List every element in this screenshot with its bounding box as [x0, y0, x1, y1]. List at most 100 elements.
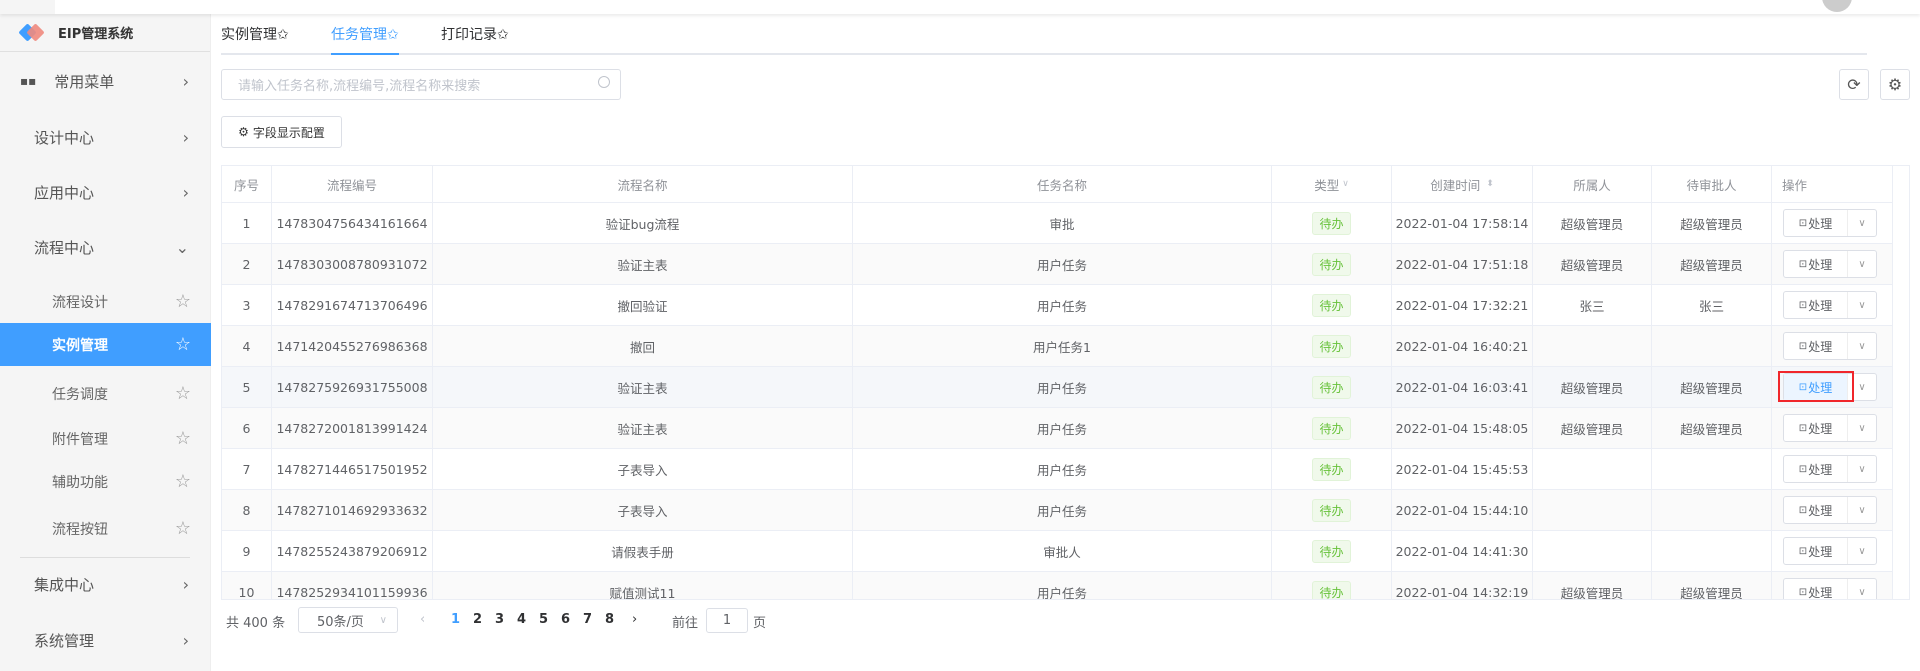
- process-button-group[interactable]: ⊡ 处理 ∨: [1783, 414, 1877, 442]
- process-button-group[interactable]: ⊡ 处理 ∨: [1783, 332, 1877, 360]
- chevron-down-icon[interactable]: ∨: [1848, 579, 1876, 599]
- table-row[interactable]: 2 1478303008780931072 验证主表 用户任务 待办 2022-01-04…: [222, 244, 1893, 285]
- table-row[interactable]: 9 1478255243879206912 请假表手册 审批人 待办 2022-01-04…: [222, 531, 1893, 572]
- filter-icon[interactable]: ∨: [1342, 179, 1349, 189]
- star-icon[interactable]: ☆: [175, 471, 191, 492]
- sidebar-item[interactable]: ▪▪ 常用菜单 ›: [0, 61, 211, 101]
- process-button[interactable]: ⊡ 处理: [1784, 210, 1848, 236]
- avatar[interactable]: [1822, 0, 1852, 12]
- sidebar-item[interactable]: 设计中心 ›: [0, 117, 211, 157]
- page-number[interactable]: 3: [495, 612, 504, 627]
- star-icon[interactable]: ☆: [175, 428, 191, 449]
- process-button[interactable]: ⊡ 处理: [1784, 497, 1848, 523]
- process-button-group[interactable]: ⊡ 处理 ∨: [1783, 455, 1877, 483]
- process-button-group[interactable]: ⊡ 处理 ∨: [1783, 291, 1877, 319]
- table-cell-text: 2022-01-04 14:41:30: [1395, 543, 1529, 559]
- field-config-button[interactable]: ⚙ 字段显示配置: [221, 116, 342, 148]
- process-button[interactable]: ⊡ 处理: [1784, 292, 1848, 318]
- process-button-group[interactable]: ⊡ 处理 ∨: [1783, 209, 1877, 237]
- sidebar-item[interactable]: 系统管理 ›: [0, 620, 211, 660]
- table-cell: ⊡ 处理 ∨: [1772, 203, 1893, 243]
- sidebar-subitem[interactable]: 实例管理 ☆: [0, 323, 211, 366]
- star-icon[interactable]: ☆: [175, 518, 191, 539]
- sidebar-subitem[interactable]: 流程设计 ☆: [0, 280, 211, 323]
- table-cell-text: 2022-01-04 17:58:14: [1395, 215, 1529, 231]
- chevron-down-icon[interactable]: ∨: [1848, 415, 1876, 441]
- process-label: 处理: [1808, 544, 1833, 559]
- sidebar-item[interactable]: 应用中心 ›: [0, 172, 211, 212]
- sidebar-item[interactable]: 集成中心 ›: [0, 564, 211, 604]
- chevron-down-icon[interactable]: ∨: [1848, 456, 1876, 482]
- sidebar-subitem[interactable]: 辅助功能 ☆: [0, 460, 211, 503]
- star-icon[interactable]: ☆: [175, 383, 191, 404]
- sort-icon[interactable]: ⬍: [1486, 179, 1494, 189]
- chevron-down-icon[interactable]: ∨: [1848, 292, 1876, 318]
- table-row[interactable]: 5 1478275926931755008 验证主表 用户任务 待办 2022-01-04…: [222, 367, 1893, 408]
- table-row[interactable]: 7 1478271446517501952 子表导入 用户任务 待办 2022-01-04…: [222, 449, 1893, 490]
- search-icon[interactable]: [598, 76, 610, 88]
- prev-page-button[interactable]: ‹: [420, 612, 425, 627]
- table-cell: 用户任务: [853, 285, 1272, 325]
- table-cell-text: 1478252934101159936: [276, 584, 428, 600]
- page-number[interactable]: 8: [605, 612, 614, 627]
- table-cell: [1652, 490, 1772, 530]
- table-row[interactable]: 10 1478252934101159936 赋值测试11 用户任务 待办 2022-01…: [222, 572, 1893, 600]
- chevron-down-icon[interactable]: ∨: [1848, 210, 1876, 236]
- page-number[interactable]: 1: [451, 612, 460, 627]
- process-button[interactable]: ⊡ 处理: [1784, 251, 1848, 277]
- chevron-down-icon[interactable]: ∨: [1848, 538, 1876, 564]
- table-row[interactable]: 6 1478272001813991424 验证主表 用户任务 待办 2022-01-04…: [222, 408, 1893, 449]
- tab-print-records[interactable]: 打印记录✩: [441, 20, 509, 55]
- process-button-group[interactable]: ⊡ 处理 ∨: [1783, 250, 1877, 278]
- column-header[interactable]: 类型 ∨: [1272, 166, 1392, 202]
- sidebar-subitem[interactable]: 任务调度 ☆: [0, 372, 211, 415]
- table-cell-text: 用户任务: [1036, 503, 1087, 519]
- table-cell: 超级管理员: [1652, 367, 1772, 407]
- chevron-down-icon[interactable]: ∨: [1848, 497, 1876, 523]
- table-cell-text: 1478272001813991424: [276, 420, 428, 436]
- process-button-group[interactable]: ⊡ 处理 ∨: [1783, 496, 1877, 524]
- table-cell: 2022-01-04 14:32:19: [1392, 572, 1533, 599]
- column-header[interactable]: 创建时间 ⬍: [1392, 166, 1533, 202]
- page-number[interactable]: 7: [583, 612, 592, 627]
- page-number[interactable]: 5: [539, 612, 548, 627]
- tab-task-management[interactable]: 任务管理✩: [331, 20, 399, 55]
- table-cell-text: 超级管理员: [1680, 216, 1743, 232]
- process-button-group[interactable]: ⊡ 处理 ∨: [1783, 578, 1877, 599]
- table-cell: 待办: [1272, 572, 1392, 599]
- process-button[interactable]: ⊡ 处理: [1784, 579, 1848, 599]
- page-number[interactable]: 4: [517, 612, 526, 627]
- process-button-group[interactable]: ⊡ 处理 ∨: [1783, 537, 1877, 565]
- goto-page-input[interactable]: 1: [706, 608, 748, 633]
- next-page-button[interactable]: ›: [632, 612, 637, 627]
- page-number[interactable]: 6: [561, 612, 570, 627]
- table-cell-text: 1478271446517501952: [276, 461, 428, 477]
- page-size-select[interactable]: 50条/页 ∨: [298, 607, 398, 633]
- tab-instance-management[interactable]: 实例管理✩: [221, 20, 289, 55]
- table-row[interactable]: 1 1478304756434161664 验证bug流程 审批 待办 2022-01-0…: [222, 203, 1893, 244]
- refresh-button[interactable]: ⟳: [1839, 69, 1869, 100]
- sidebar-item[interactable]: 流程中心 ⌄: [0, 227, 211, 267]
- table-row[interactable]: 4 1471420455276986368 撤回 用户任务1 待办 2022-01-04 …: [222, 326, 1893, 367]
- table-cell-text: 张三: [1579, 298, 1605, 314]
- chevron-down-icon: ⌄: [175, 237, 189, 257]
- star-icon[interactable]: ☆: [175, 291, 191, 312]
- settings-button[interactable]: ⚙: [1880, 69, 1910, 100]
- tab-bar: 实例管理✩ 任务管理✩ 打印记录✩: [221, 20, 1867, 55]
- page-number[interactable]: 2: [473, 612, 482, 627]
- process-button[interactable]: ⊡ 处理: [1784, 538, 1848, 564]
- process-button[interactable]: ⊡ 处理: [1784, 456, 1848, 482]
- table-cell-text: 6: [242, 420, 251, 436]
- column-header-label: 待审批人: [1686, 177, 1737, 193]
- star-icon[interactable]: ☆: [175, 334, 191, 355]
- sidebar-subitem[interactable]: 流程按钮 ☆: [0, 507, 211, 550]
- chevron-down-icon[interactable]: ∨: [1848, 333, 1876, 359]
- column-header-label: 任务名称: [1036, 177, 1087, 193]
- chevron-down-icon[interactable]: ∨: [1848, 251, 1876, 277]
- search-input[interactable]: 请输入任务名称,流程编号,流程名称来搜索: [221, 69, 621, 100]
- sidebar-subitem[interactable]: 附件管理 ☆: [0, 417, 211, 460]
- table-row[interactable]: 3 1478291674713706496 撤回验证 用户任务 待办 2022-01-04…: [222, 285, 1893, 326]
- process-button[interactable]: ⊡ 处理: [1784, 333, 1848, 359]
- table-row[interactable]: 8 1478271014692933632 子表导入 用户任务 待办 2022-01-04…: [222, 490, 1893, 531]
- process-button[interactable]: ⊡ 处理: [1784, 415, 1848, 441]
